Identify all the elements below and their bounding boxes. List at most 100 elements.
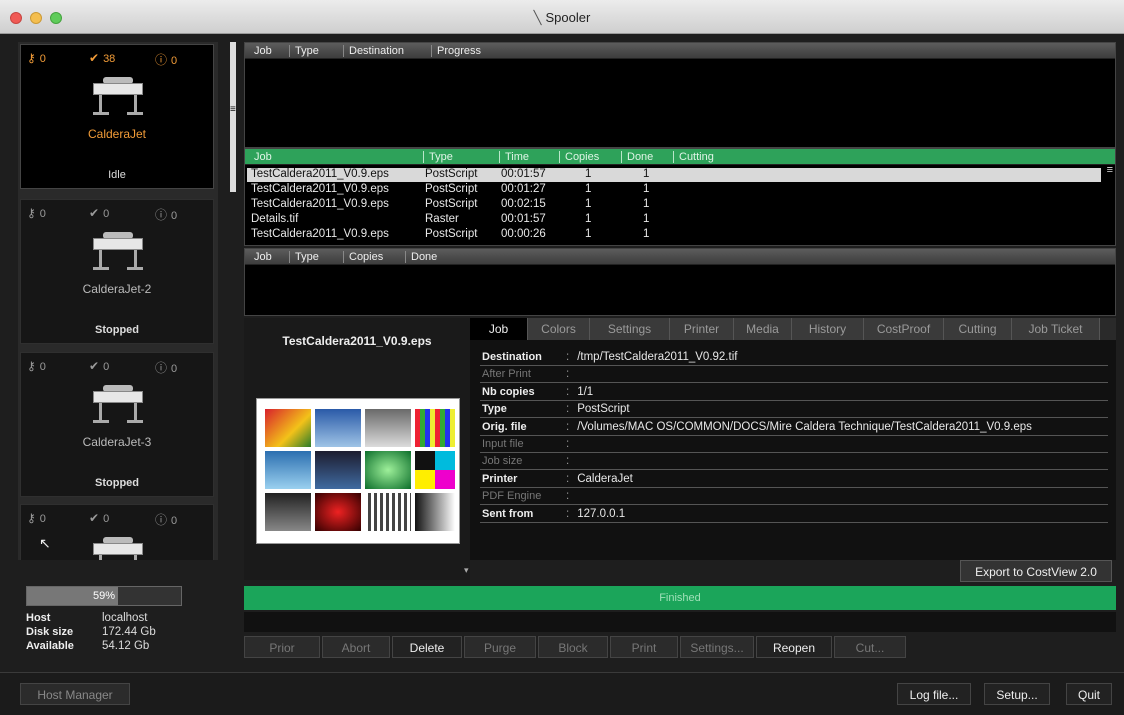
splitter-handle-icon[interactable]: ▾ xyxy=(464,565,472,575)
tab-media[interactable]: Media xyxy=(734,318,792,340)
detail-colon: : xyxy=(566,507,570,520)
tab-job[interactable]: Job xyxy=(470,318,528,340)
detail-value: : xyxy=(566,455,577,467)
table-cell: PostScript xyxy=(425,168,478,180)
host-info: 59% Host localhost Disk size 172.44 Gb A… xyxy=(18,578,238,660)
cursor-icon: ↖ xyxy=(39,535,51,551)
cut-button[interactable]: Cut... xyxy=(834,636,906,658)
printer-list-splitter[interactable] xyxy=(230,42,236,192)
table-cell: PostScript xyxy=(425,198,478,210)
printer-icon xyxy=(93,230,143,270)
copies-table[interactable]: Job Type Copies Done xyxy=(244,248,1116,316)
printer-card[interactable]: ⚷ 0 ✔ 0 ⓘ 0 ↖ xyxy=(20,504,214,560)
table-row[interactable]: TestCaldera2011_V0.9.eps PostScript 00:02:… xyxy=(247,198,1101,212)
app-icon: ╲ xyxy=(533,10,542,25)
detail-value: : xyxy=(566,490,577,502)
key-icon: ⚷ xyxy=(27,51,36,65)
host-manager-button[interactable]: Host Manager xyxy=(20,683,130,705)
tab-costproof[interactable]: CostProof xyxy=(864,318,944,340)
tab-colors[interactable]: Colors xyxy=(528,318,590,340)
detail-row: After Print: xyxy=(480,366,1108,384)
preview-thumbnail-image xyxy=(256,398,460,544)
block-button[interactable]: Block xyxy=(538,636,608,658)
table-row[interactable]: TestCaldera2011_V0.9.eps PostScript 00:01:… xyxy=(247,183,1101,197)
quit-button[interactable]: Quit xyxy=(1066,683,1112,705)
detail-colon: : xyxy=(566,472,570,485)
copies-col-header[interactable]: Type xyxy=(289,251,319,263)
prior-button[interactable]: Prior xyxy=(244,636,320,658)
done-count-value: 0 xyxy=(103,361,110,373)
table-cell: 1 xyxy=(585,183,592,195)
printer-card[interactable]: ⚷ 0 ✔ 0 ⓘ 0 CalderaJet-2 Stopped xyxy=(20,199,214,344)
finished-col-header[interactable]: Job xyxy=(249,151,272,163)
job-detail-tabs[interactable]: Job Colors Settings Printer Media History Cost… xyxy=(470,318,1116,340)
finished-jobs-table[interactable]: Job Type Time Copies Done Cutting TestCaldera… xyxy=(244,148,1116,246)
key-icon: ⚷ xyxy=(27,206,36,220)
detail-colon: : xyxy=(566,420,570,433)
host-value: localhost xyxy=(102,612,148,624)
detail-value: : xyxy=(566,368,577,380)
queue-col-header[interactable]: Type xyxy=(289,45,319,57)
printer-card[interactable]: ⚷ 0 ✔ 38 ⓘ 0 CalderaJet Idle xyxy=(20,44,214,189)
delete-button[interactable]: Delete xyxy=(392,636,462,658)
title-bar: ╲ Spooler xyxy=(0,0,1124,34)
tab-printer[interactable]: Printer xyxy=(670,318,734,340)
finished-col-header[interactable]: Type xyxy=(423,151,453,163)
settings-button[interactable]: Settings... xyxy=(680,636,754,658)
warning-icon: ⓘ xyxy=(155,361,168,375)
finished-col-header[interactable]: Cutting xyxy=(673,151,714,163)
table-row[interactable]: Details.tif Raster 00:01:57 1 1 xyxy=(247,213,1101,227)
detail-label: Type xyxy=(482,403,507,416)
setup-button[interactable]: Setup... xyxy=(984,683,1050,705)
table-cell: 1 xyxy=(643,168,650,180)
printer-card[interactable]: ⚷ 0 ✔ 0 ⓘ 0 CalderaJet-3 Stopped xyxy=(20,352,214,497)
warning-icon: ⓘ xyxy=(155,513,168,527)
detail-value: :127.0.0.1 xyxy=(566,508,625,520)
list-scroll-icon[interactable]: ≡ xyxy=(1107,164,1113,176)
export-costview-button[interactable]: Export to CostView 2.0 xyxy=(960,560,1112,582)
job-status-bar: Finished xyxy=(244,586,1116,610)
finished-col-header[interactable]: Time xyxy=(499,151,529,163)
copies-col-header[interactable]: Copies xyxy=(343,251,383,263)
detail-label: Input file xyxy=(482,438,524,450)
table-row[interactable]: TestCaldera2011_V0.9.eps PostScript 00:00:… xyxy=(247,228,1101,242)
print-button[interactable]: Print xyxy=(610,636,678,658)
detail-value-text: 1/1 xyxy=(577,385,594,398)
error-count: ⓘ 0 xyxy=(155,51,177,68)
status-strip xyxy=(244,612,1116,632)
table-cell: 1 xyxy=(585,228,592,240)
tab-cutting[interactable]: Cutting xyxy=(944,318,1012,340)
queue-col-header[interactable]: Destination xyxy=(343,45,404,57)
tab-history[interactable]: History xyxy=(792,318,864,340)
key-icon: ⚷ xyxy=(27,359,36,373)
purge-button[interactable]: Purge xyxy=(464,636,536,658)
pending-count-value: 0 xyxy=(39,53,46,65)
queue-col-header[interactable]: Progress xyxy=(431,45,481,57)
printer-icon xyxy=(93,75,143,115)
copies-col-header[interactable]: Job xyxy=(249,251,272,263)
table-row[interactable]: TestCaldera2011_V0.9.eps PostScript 00:01:… xyxy=(247,168,1101,182)
finished-col-header[interactable]: Done xyxy=(621,151,653,163)
abort-button[interactable]: Abort xyxy=(322,636,390,658)
queue-col-header[interactable]: Job xyxy=(249,45,272,57)
detail-label: Nb copies xyxy=(482,385,535,398)
tab-settings[interactable]: Settings xyxy=(590,318,670,340)
finished-col-header[interactable]: Copies xyxy=(559,151,599,163)
host-label: Host xyxy=(26,612,51,624)
pending-count: ⚷ 0 xyxy=(27,359,46,373)
checkmark-icon: ✔ xyxy=(89,51,100,65)
detail-label: Destination xyxy=(482,351,542,363)
detail-value: : /Volumes/MAC OS/COMMON/DOCS/Mire Calder… xyxy=(566,421,1032,433)
detail-colon: : xyxy=(566,368,570,381)
splitter-grip-icon: ≡ xyxy=(230,104,236,115)
checkmark-icon: ✔ xyxy=(89,206,100,220)
reopen-button[interactable]: Reopen xyxy=(756,636,832,658)
queue-table[interactable]: Job Type Destination Progress xyxy=(244,42,1116,148)
log-file-button[interactable]: Log file... xyxy=(897,683,971,705)
printer-list[interactable]: ⚷ 0 ✔ 38 ⓘ 0 CalderaJet Idle ⚷ 0 ✔ 0 ⓘ 0 CalderaJet-2 S… xyxy=(18,42,218,560)
done-count-value: 38 xyxy=(103,53,116,65)
table-cell: 00:00:26 xyxy=(501,228,546,240)
tab-job-ticket[interactable]: Job Ticket xyxy=(1012,318,1100,340)
detail-row: Job size: xyxy=(480,453,1108,471)
copies-col-header[interactable]: Done xyxy=(405,251,437,263)
